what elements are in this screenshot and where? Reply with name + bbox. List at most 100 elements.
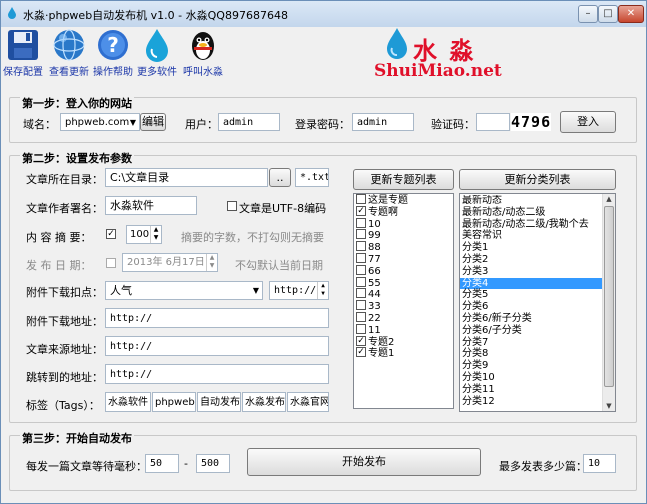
- tag-input-5[interactable]: 水淼官网: [287, 392, 329, 412]
- category-item[interactable]: 最新动态/动态二级/我勒个去: [460, 219, 602, 231]
- domain-select[interactable]: phpweb.com ▼: [60, 113, 140, 131]
- source-input[interactable]: http://: [105, 336, 329, 356]
- topic-item[interactable]: 88: [354, 241, 453, 254]
- topic-item[interactable]: 10: [354, 217, 453, 231]
- category-item[interactable]: 分类10: [460, 372, 602, 384]
- topic-checkbox[interactable]: ✓: [356, 205, 366, 216]
- window-title: 水淼·phpweb自动发布机 v1.0 - 水淼QQ897687648: [23, 9, 288, 22]
- redirect-label: 跳转到的地址：: [26, 371, 103, 384]
- edit-domain-button[interactable]: 编辑: [140, 113, 166, 131]
- topic-checkbox[interactable]: [356, 264, 366, 275]
- captcha-input[interactable]: [476, 113, 510, 131]
- toolbar-call-button[interactable]: 呼叫水淼: [181, 27, 225, 78]
- category-item[interactable]: 最新动态/动态二级: [460, 207, 602, 219]
- topic-item[interactable]: ✓ 专题啊: [354, 205, 453, 219]
- captcha-image[interactable]: 4796: [511, 113, 551, 131]
- topic-item[interactable]: 33: [354, 300, 453, 313]
- category-item[interactable]: 分类2: [460, 254, 602, 266]
- attach-points-url-stepper[interactable]: http:// ▲ ▼: [269, 281, 329, 300]
- minimize-button[interactable]: –: [578, 5, 598, 23]
- ext-input[interactable]: *.txt: [295, 168, 329, 187]
- category-item[interactable]: 分类1: [460, 242, 602, 254]
- toolbar-check-update-button[interactable]: 查看更新: [47, 27, 91, 78]
- scroll-thumb[interactable]: [604, 206, 614, 387]
- topic-checkbox[interactable]: [356, 229, 366, 240]
- start-publish-button[interactable]: 开始发布: [247, 448, 481, 476]
- topic-checkbox[interactable]: [356, 311, 366, 322]
- topic-checkbox[interactable]: [356, 252, 366, 263]
- topic-item[interactable]: 11: [354, 323, 453, 337]
- topic-checkbox[interactable]: [356, 288, 366, 299]
- categories-scrollbar[interactable]: ▲ ▼: [602, 194, 615, 411]
- brand-name-en: ShuiMiao.net: [374, 61, 502, 81]
- topic-checkbox[interactable]: [356, 241, 366, 252]
- attach-points-value: 人气: [110, 284, 132, 297]
- topic-item[interactable]: 44: [354, 288, 453, 301]
- spin-arrows-icon[interactable]: ▲ ▼: [317, 282, 328, 299]
- category-item[interactable]: 分类5: [460, 289, 602, 301]
- topic-checkbox[interactable]: [356, 276, 366, 287]
- topic-checkbox[interactable]: ✓: [356, 335, 366, 346]
- tag-input-1[interactable]: 水淼软件: [105, 392, 151, 412]
- topic-item[interactable]: 66: [354, 264, 453, 278]
- user-input[interactable]: admin: [218, 113, 280, 131]
- author-input[interactable]: 水淼软件: [105, 196, 197, 215]
- category-item[interactable]: 分类4: [460, 277, 602, 290]
- topic-item[interactable]: 这是专题: [354, 194, 453, 207]
- topics-checklist[interactable]: 这是专题 ✓ 专题啊 10 99 88 77 66 55 44 33 22 11 ✓ 专题2 ✓ 专题1: [353, 193, 454, 409]
- summary-checkbox[interactable]: ✓: [106, 229, 116, 239]
- browse-dir-button[interactable]: ..: [269, 168, 291, 187]
- topic-item[interactable]: 55: [354, 276, 453, 290]
- wait-min-input[interactable]: 50: [145, 454, 179, 473]
- category-item[interactable]: 分类6: [460, 301, 602, 313]
- topic-checkbox[interactable]: [356, 217, 366, 228]
- max-posts-input[interactable]: 10: [583, 454, 616, 473]
- spin-arrows-icon[interactable]: ▲ ▼: [150, 226, 161, 243]
- category-item[interactable]: 最新动态: [460, 195, 602, 207]
- close-button[interactable]: ✕: [618, 5, 644, 23]
- category-item[interactable]: 分类3: [460, 266, 602, 278]
- date-value: 2013年 6月17日: [127, 257, 205, 268]
- login-button[interactable]: 登入: [560, 111, 616, 133]
- toolbar-save-button[interactable]: 保存配置: [1, 27, 45, 78]
- categories-list[interactable]: 最新动态 最新动态/动态二级 最新动态/动态二级/我勒个去 美容常识 分类1 分类2 分类3…: [459, 193, 616, 412]
- category-item[interactable]: 分类7: [460, 337, 602, 349]
- redirect-input[interactable]: http://: [105, 364, 329, 384]
- topic-item[interactable]: ✓ 专题2: [354, 335, 453, 349]
- wait-max-input[interactable]: 500: [196, 454, 230, 473]
- attach-points-select[interactable]: 人气 ▼: [105, 281, 263, 300]
- topic-checkbox[interactable]: [356, 194, 366, 204]
- toolbar-help-button[interactable]: ? 操作帮助: [91, 27, 135, 78]
- topic-checkbox[interactable]: [356, 323, 366, 334]
- password-input[interactable]: admin: [352, 113, 414, 131]
- topic-item[interactable]: 99: [354, 229, 453, 242]
- category-item[interactable]: 分类6/新子分类: [460, 313, 602, 325]
- date-picker[interactable]: 2013年 6月17日 ▲ ▼: [122, 253, 218, 272]
- tag-input-4[interactable]: 水淼发布: [242, 392, 286, 412]
- attach-url-input[interactable]: http://: [105, 308, 329, 328]
- refresh-topics-button[interactable]: 更新专题列表: [353, 169, 454, 190]
- category-item[interactable]: 分类6/子分类: [460, 325, 602, 337]
- scroll-down-icon[interactable]: ▼: [604, 401, 614, 411]
- tag-input-3[interactable]: 自动发布: [197, 392, 241, 412]
- date-checkbox[interactable]: [106, 258, 116, 268]
- topic-item[interactable]: 22: [354, 311, 453, 325]
- maximize-button[interactable]: □: [598, 5, 618, 23]
- topic-checkbox[interactable]: [356, 300, 366, 311]
- category-item[interactable]: 分类8: [460, 348, 602, 360]
- topic-checkbox[interactable]: ✓: [356, 347, 366, 358]
- summary-length-stepper[interactable]: 100 ▲ ▼: [126, 225, 162, 244]
- category-item[interactable]: 分类9: [460, 360, 602, 372]
- topic-item[interactable]: ✓ 专题1: [354, 347, 453, 360]
- spin-arrows-icon[interactable]: ▲ ▼: [206, 254, 217, 271]
- tag-input-2[interactable]: phpweb: [152, 392, 196, 412]
- category-item[interactable]: 分类11: [460, 384, 602, 396]
- toolbar-more-software-button[interactable]: 更多软件: [135, 27, 179, 78]
- scroll-up-icon[interactable]: ▲: [604, 194, 614, 204]
- category-item[interactable]: 美容常识: [460, 230, 602, 242]
- topic-item[interactable]: 77: [354, 252, 453, 266]
- refresh-categories-button[interactable]: 更新分类列表: [459, 169, 616, 190]
- utf8-checkbox[interactable]: [227, 201, 237, 211]
- category-item[interactable]: 分类12: [460, 396, 602, 408]
- dir-input[interactable]: C:\文章目录: [105, 168, 268, 187]
